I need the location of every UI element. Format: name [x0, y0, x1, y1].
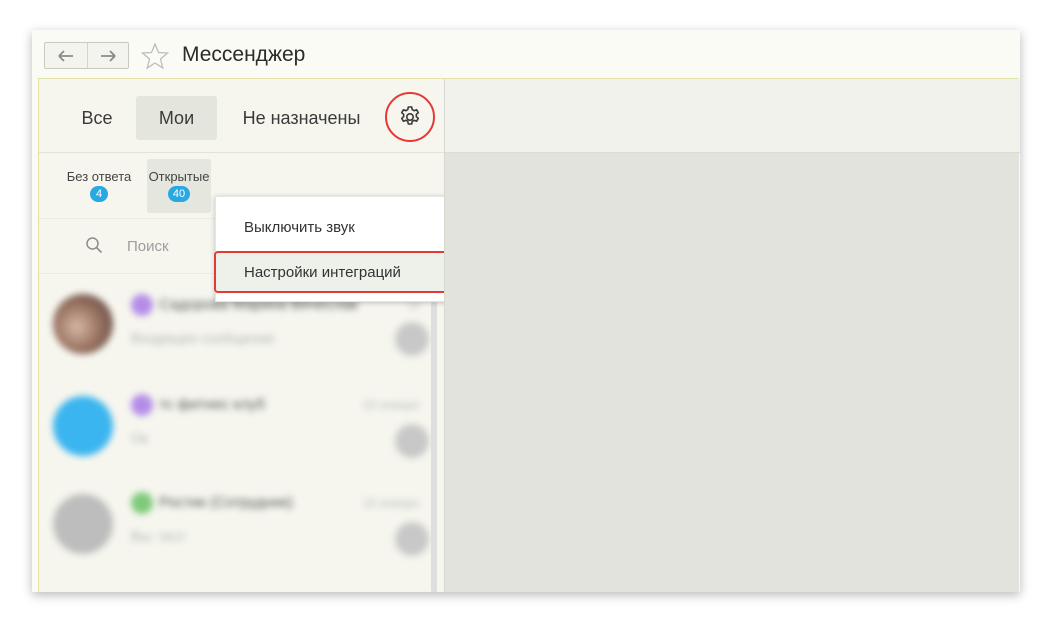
- chat-preview: Входящее сообщение: [131, 330, 275, 346]
- title-bar: Мессенджер: [32, 30, 1020, 78]
- filter-label: Без ответа: [66, 169, 132, 184]
- count-badge: 4: [90, 186, 108, 202]
- channel-icon: [131, 492, 153, 514]
- conversation-header: [445, 79, 1020, 153]
- settings-dropdown-menu: Выключить звук Настройки интеграций: [214, 196, 453, 302]
- gear-icon: [400, 106, 420, 125]
- channel-icon: [131, 294, 153, 316]
- filter-label: Открытые: [148, 169, 210, 184]
- window-title: Мессенджер: [182, 43, 306, 66]
- avatar: [53, 396, 113, 456]
- avatar: [53, 494, 113, 554]
- star-icon[interactable]: [141, 42, 169, 70]
- chat-name: тс фитнес клуб: [159, 396, 265, 413]
- avatar: [53, 294, 113, 354]
- chat-name: Ростик (Сотрудник): [159, 494, 294, 511]
- filter-open[interactable]: Открытые 40: [147, 159, 211, 213]
- operator-avatar: [395, 424, 429, 458]
- filter-unanswered[interactable]: Без ответа 4: [57, 159, 141, 213]
- conversation-panel: [444, 79, 1020, 592]
- tab-mine[interactable]: Мои: [136, 96, 217, 140]
- settings-button[interactable]: [385, 92, 435, 142]
- navigation-buttons: [44, 42, 129, 69]
- arrow-left-icon: [58, 49, 73, 62]
- chat-time: 16 января: [363, 496, 419, 510]
- tab-all[interactable]: Все: [63, 96, 131, 140]
- scrollbar[interactable]: [431, 301, 437, 592]
- messenger-window: Мессенджер Все Мои Не назначены Без отве…: [32, 30, 1020, 592]
- channel-icon: [131, 394, 153, 416]
- back-button[interactable]: [45, 43, 87, 68]
- chat-time: 20 января: [363, 398, 419, 412]
- chat-list: Садорова Марина Вячеслав вт Входящее соо…: [39, 274, 439, 592]
- chat-item[interactable]: тс фитнес клуб 20 января Ок: [39, 376, 429, 476]
- chat-item[interactable]: Ростик (Сотрудник) 16 января Вы: тест: [39, 474, 429, 574]
- operator-avatar: [395, 522, 429, 556]
- search-icon: [86, 237, 103, 254]
- arrow-right-icon: [100, 49, 116, 62]
- chat-preview: Ок: [131, 430, 149, 446]
- operator-avatar: [395, 322, 429, 356]
- menu-item-mute[interactable]: Выключить звук: [216, 207, 451, 247]
- highlight-outline: [214, 251, 453, 293]
- chat-preview: Вы: тест: [131, 528, 186, 544]
- tabs-row: Все Мои Не назначены: [39, 79, 444, 153]
- messenger-content: Все Мои Не назначены Без ответа 4 Открыт…: [38, 78, 1020, 592]
- tab-unassigned[interactable]: Не назначены: [229, 96, 374, 140]
- count-badge: 40: [167, 186, 191, 202]
- forward-button[interactable]: [86, 43, 129, 68]
- chat-list-panel: Все Мои Не назначены Без ответа 4 Открыт…: [39, 79, 453, 592]
